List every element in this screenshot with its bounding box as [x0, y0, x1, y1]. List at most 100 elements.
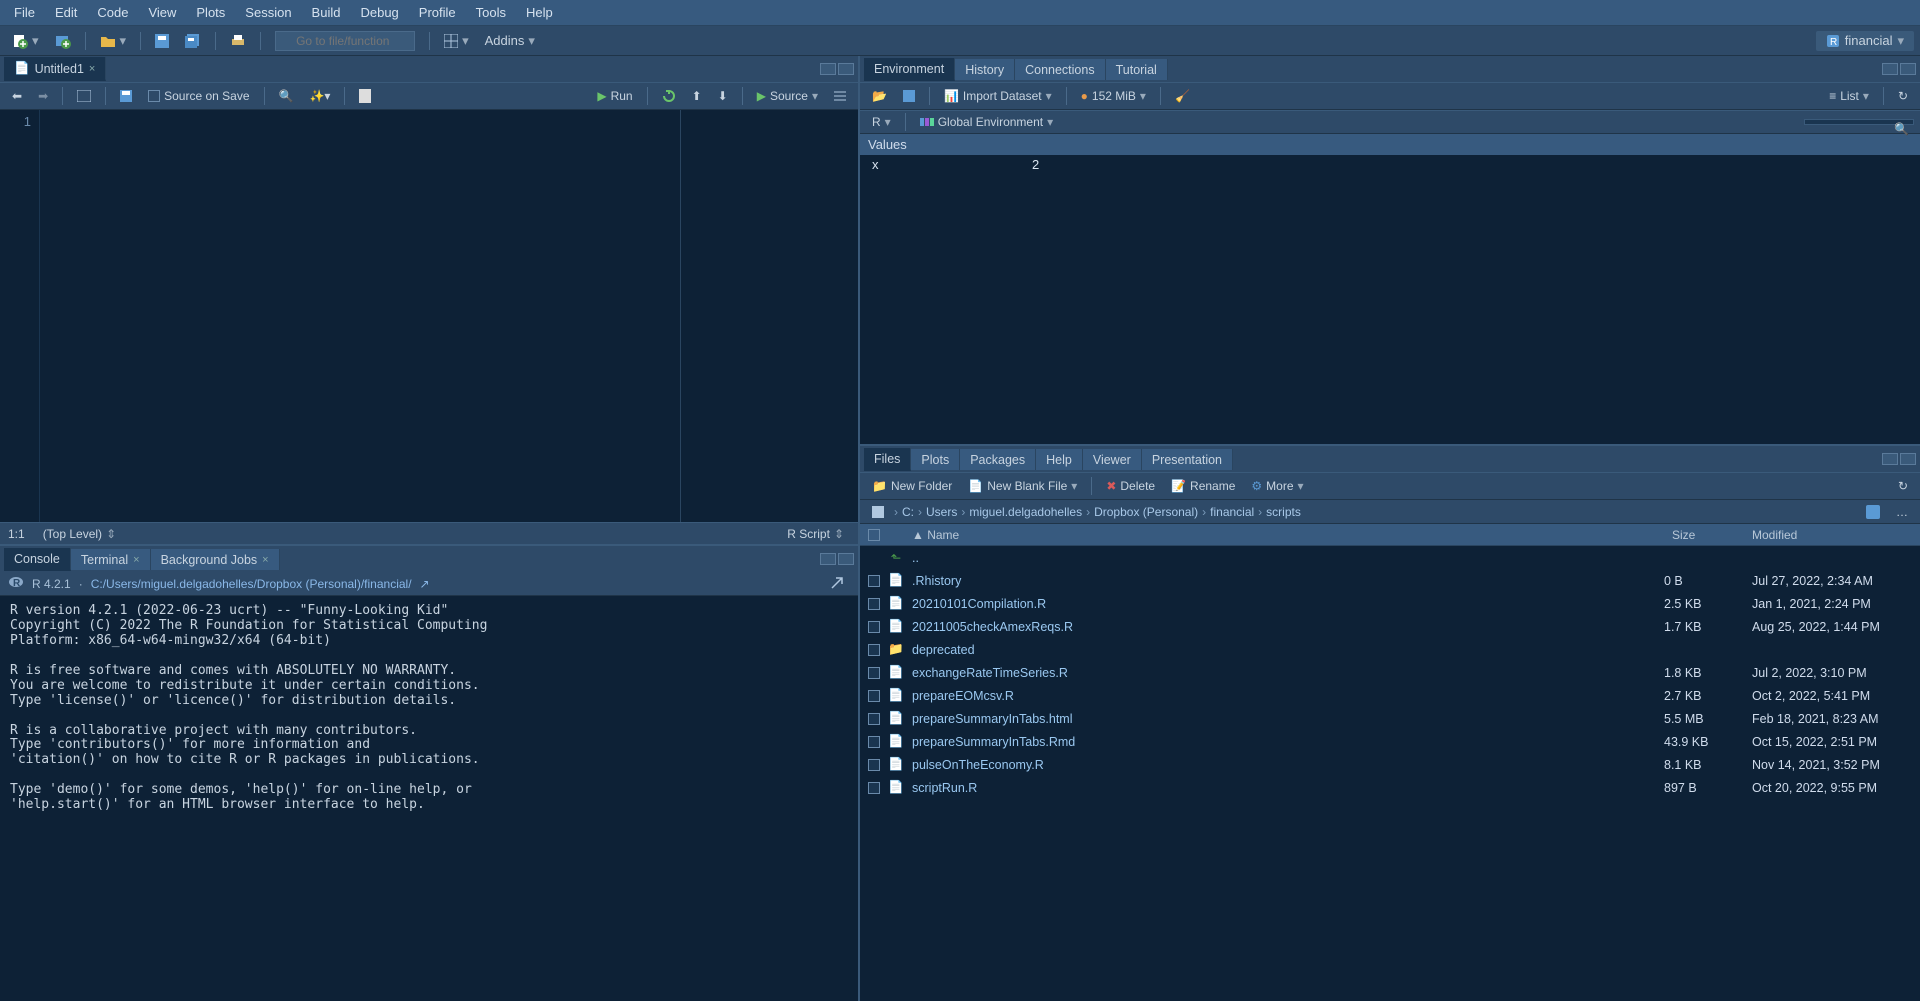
tab-background-jobs[interactable]: Background Jobs× [151, 549, 280, 570]
file-row[interactable]: 📁deprecated [860, 638, 1920, 661]
tab-viewer[interactable]: Viewer [1083, 449, 1142, 470]
file-checkbox[interactable] [868, 782, 880, 794]
file-checkbox[interactable] [868, 736, 880, 748]
outline-button[interactable] [828, 88, 852, 104]
menu-tools[interactable]: Tools [466, 1, 516, 24]
file-row[interactable]: 📄prepareSummaryInTabs.Rmd43.9 KBOct 15, … [860, 730, 1920, 753]
minimize-pane-icon[interactable] [1882, 63, 1898, 75]
new-file-button[interactable]: ▾ [6, 31, 45, 51]
file-row[interactable]: 📄prepareEOMcsv.R2.7 KBOct 2, 2022, 5:41 … [860, 684, 1920, 707]
delete-button[interactable]: ✖ Delete [1100, 477, 1161, 495]
file-name[interactable]: prepareEOMcsv.R [912, 689, 1656, 703]
crumb[interactable]: financial [1210, 505, 1254, 519]
file-name[interactable]: 20210101Compilation.R [912, 597, 1656, 611]
file-name[interactable]: prepareSummaryInTabs.Rmd [912, 735, 1656, 749]
tab-history[interactable]: History [955, 59, 1015, 80]
close-tab-icon[interactable]: × [89, 63, 95, 75]
crumb[interactable]: scripts [1266, 505, 1301, 519]
close-icon[interactable]: × [133, 554, 139, 566]
source-tab-untitled1[interactable]: 📄 Untitled1 × [4, 57, 106, 81]
rerun-button[interactable] [656, 87, 682, 105]
import-dataset-button[interactable]: 📊 Import Dataset ▾ [938, 87, 1058, 105]
goto-file-input[interactable] [275, 31, 415, 51]
maximize-pane-icon[interactable] [1900, 63, 1916, 75]
col-modified[interactable]: Modified [1752, 528, 1912, 542]
file-name[interactable]: pulseOnTheEconomy.R [912, 758, 1656, 772]
menu-session[interactable]: Session [235, 1, 301, 24]
back-button[interactable]: ⬅ [6, 87, 28, 105]
file-checkbox[interactable] [868, 667, 880, 679]
minimize-pane-icon[interactable] [1882, 453, 1898, 465]
menu-plots[interactable]: Plots [186, 1, 235, 24]
goto-file-button[interactable] [269, 29, 421, 53]
tab-plots[interactable]: Plots [911, 449, 960, 470]
tab-files[interactable]: Files [864, 448, 911, 471]
menu-view[interactable]: View [138, 1, 186, 24]
crumb[interactable]: Users [926, 505, 957, 519]
tab-console[interactable]: Console [4, 548, 71, 571]
file-name[interactable]: .Rhistory [912, 574, 1656, 588]
file-name[interactable]: .. [912, 551, 1656, 565]
file-checkbox[interactable] [868, 575, 880, 587]
go-to-prev-button[interactable]: ⬆ [686, 87, 708, 105]
language-mode[interactable]: R Script ⇕ [781, 525, 850, 543]
clear-workspace-button[interactable]: 🧹 [1169, 87, 1196, 105]
file-row[interactable]: 📄pulseOnTheEconomy.R8.1 KBNov 14, 2021, … [860, 753, 1920, 776]
source-button[interactable]: ▶ Source ▾ [751, 87, 824, 105]
workspace-panes-button[interactable]: ▾ [438, 31, 475, 51]
menu-file[interactable]: File [4, 1, 45, 24]
source-editor[interactable]: 1 [0, 110, 858, 522]
rename-button[interactable]: 📝 Rename [1165, 477, 1241, 495]
file-name[interactable]: deprecated [912, 643, 1656, 657]
addins-button[interactable]: Addins ▾ [479, 31, 541, 51]
tab-help[interactable]: Help [1036, 449, 1083, 470]
refresh-env-button[interactable]: ↻ [1892, 87, 1914, 105]
maximize-pane-icon[interactable] [838, 63, 854, 75]
show-in-new-window-button[interactable] [71, 88, 97, 104]
more-button[interactable]: ⚙ More ▾ [1245, 477, 1309, 495]
code-tools-button[interactable]: ✨▾ [303, 87, 336, 105]
project-menu[interactable]: Rfinancial▾ [1816, 31, 1914, 51]
scope-selector[interactable]: (Top Level) ⇕ [37, 525, 122, 543]
refresh-files-button[interactable]: ↻ [1892, 477, 1914, 495]
menu-edit[interactable]: Edit [45, 1, 87, 24]
language-scope[interactable]: R ▾ [866, 113, 897, 131]
menu-help[interactable]: Help [516, 1, 563, 24]
file-row[interactable]: 📄.Rhistory0 BJul 27, 2022, 2:34 AM [860, 569, 1920, 592]
path-options-icon[interactable]: … [1890, 503, 1914, 521]
file-checkbox[interactable] [868, 621, 880, 633]
maximize-pane-icon[interactable] [1900, 453, 1916, 465]
file-checkbox[interactable] [868, 713, 880, 725]
file-checkbox[interactable] [868, 598, 880, 610]
file-name[interactable]: 20211005checkAmexReqs.R [912, 620, 1656, 634]
find-replace-button[interactable]: 🔍 [273, 87, 300, 105]
new-folder-button[interactable]: 📁 New Folder [866, 477, 958, 495]
view-mode-button[interactable]: ≡ List ▾ [1823, 87, 1875, 105]
file-name[interactable]: exchangeRateTimeSeries.R [912, 666, 1656, 680]
save-source-button[interactable] [114, 88, 138, 104]
minimize-pane-icon[interactable] [820, 553, 836, 565]
crumb[interactable]: miguel.delgadohelles [969, 505, 1082, 519]
file-checkbox[interactable] [868, 690, 880, 702]
open-file-button[interactable]: ▾ [94, 31, 133, 51]
compile-report-button[interactable] [353, 87, 377, 105]
file-name[interactable]: prepareSummaryInTabs.html [912, 712, 1656, 726]
new-project-button[interactable] [49, 31, 77, 51]
tab-packages[interactable]: Packages [960, 449, 1036, 470]
run-button[interactable]: ▶ Run [591, 87, 638, 105]
tab-connections[interactable]: Connections [1015, 59, 1106, 80]
file-row[interactable]: 📄20210101Compilation.R2.5 KBJan 1, 2021,… [860, 592, 1920, 615]
new-blank-file-button[interactable]: 📄 New Blank File ▾ [962, 477, 1083, 495]
home-icon[interactable] [866, 504, 890, 520]
tab-terminal[interactable]: Terminal× [71, 549, 151, 570]
menu-build[interactable]: Build [302, 1, 351, 24]
tab-tutorial[interactable]: Tutorial [1106, 59, 1168, 80]
print-button[interactable] [224, 32, 252, 50]
menu-debug[interactable]: Debug [350, 1, 408, 24]
menu-profile[interactable]: Profile [409, 1, 466, 24]
file-row[interactable]: 📄20211005checkAmexReqs.R1.7 KBAug 25, 20… [860, 615, 1920, 638]
crumb[interactable]: C: [902, 505, 914, 519]
environment-scope[interactable]: Global Environment ▾ [914, 113, 1059, 131]
console-output[interactable]: R version 4.2.1 (2022-06-23 ucrt) -- "Fu… [0, 596, 858, 1001]
file-row[interactable]: 📄scriptRun.R897 BOct 20, 2022, 9:55 PM [860, 776, 1920, 799]
